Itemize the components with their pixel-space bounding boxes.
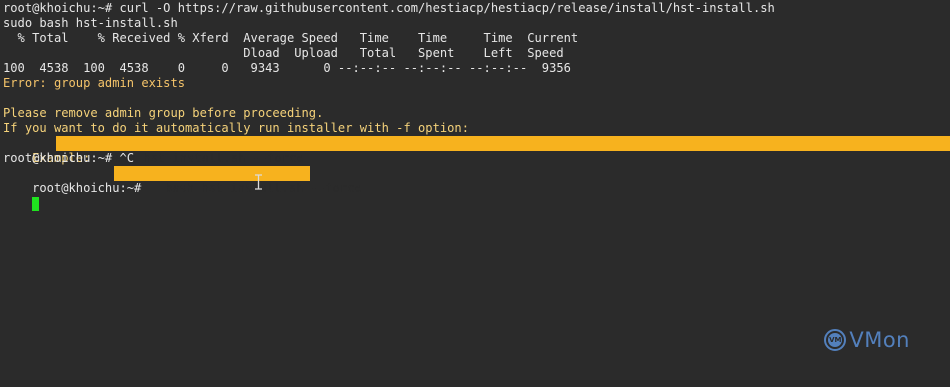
error-line: Error: group admin exists (3, 76, 186, 90)
vm-badge-icon: VM (824, 329, 847, 351)
terminal-line: 100 4538 100 4538 0 0 9343 0 --:--:-- --… (3, 61, 571, 75)
selection-highlight: bash hst-install.sh --force (56, 136, 950, 165)
vm-badge-text: VM (828, 333, 843, 347)
terminal-line: root@khoichu:~# ^C (3, 151, 135, 165)
terminal-line: Dload Upload Total Spent Left Speed (3, 46, 564, 60)
text-cursor-icon (255, 174, 262, 190)
prompt-line[interactable]: root@khoichu:~# bash hst-install.sh --fo… (0, 166, 950, 195)
terminal-cursor (32, 197, 40, 211)
watermark-logo: VM VMon (824, 329, 910, 351)
warning-line: Please remove admin group before proceed… (3, 106, 324, 120)
terminal-line: % Total % Received % Xferd Average Speed… (3, 31, 579, 45)
cursor-line[interactable] (0, 181, 950, 211)
warning-line: If you want to do it automatically run i… (3, 121, 469, 135)
selection-highlight: bash hst-install.sh --force (114, 166, 362, 195)
watermark-text: VMon (849, 327, 910, 352)
example-line: Example: bash hst-install.sh --force (0, 136, 950, 165)
terminal-line: sudo bash hst-install.sh (3, 16, 178, 30)
terminal-line: root@khoichu:~# curl -O https://raw.gith… (3, 1, 775, 15)
terminal-window[interactable]: root@khoichu:~# curl -O https://raw.gith… (0, 0, 950, 387)
